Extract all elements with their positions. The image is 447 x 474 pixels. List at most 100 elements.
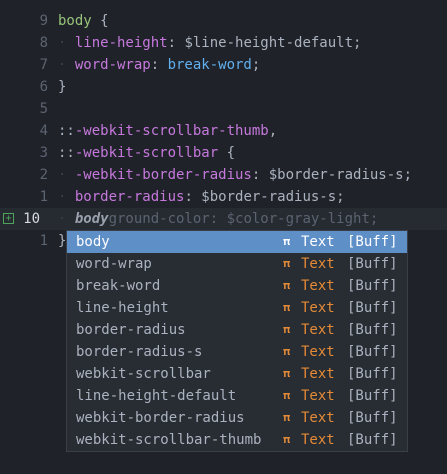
line-number: 1 <box>39 233 48 249</box>
code-token: $border-radius-s <box>268 167 404 183</box>
code-token: { <box>91 13 109 29</box>
code-token: word-wrap <box>74 57 151 73</box>
code-token: line-height <box>74 35 168 51</box>
code-line[interactable]: 1 · border-radius: $border-radius-s; <box>0 186 447 208</box>
indent-guide: · <box>58 167 75 183</box>
code-token: body <box>58 13 92 29</box>
code-line[interactable]: 6} <box>0 76 447 98</box>
code-token: ; <box>403 167 413 183</box>
code-token: ; <box>251 57 261 73</box>
code-token: , <box>268 123 278 139</box>
completion-source: [Buff] <box>347 388 398 404</box>
line-number: 9 <box>39 13 48 29</box>
code-line[interactable]: 5 <box>0 98 447 120</box>
completion-kind: Text <box>301 322 335 338</box>
completion-item[interactable]: line-height 𝛑 Text [Buff] <box>67 297 407 319</box>
completion-kind: Text <box>301 366 335 382</box>
completion-label: border-radius-s <box>76 344 203 360</box>
code-text: · -webkit-border-radius: $border-radius-… <box>58 164 412 186</box>
text-kind-icon: 𝛑 <box>283 323 291 336</box>
completion-item[interactable]: webkit-border-radius 𝛑 Text [Buff] <box>67 407 407 429</box>
code-text: ::-webkit-scrollbar-thumb, <box>58 120 277 142</box>
code-token: -webkit-scrollbar <box>74 145 219 161</box>
code-token: -webkit-border-radius <box>74 167 252 183</box>
code-text: } <box>58 76 66 98</box>
text-kind-icon: 𝛑 <box>283 367 291 380</box>
line-number: 5 <box>39 101 48 117</box>
completion-item[interactable]: border-radius 𝛑 Text [Buff] <box>67 319 407 341</box>
completion-kind: Text <box>301 300 335 316</box>
code-line[interactable]: 4::-webkit-scrollbar-thumb, <box>0 120 447 142</box>
code-text: · word-wrap: break-word; <box>58 54 260 76</box>
completion-source: [Buff] <box>347 256 398 272</box>
line-number: 2 <box>39 167 48 183</box>
code-text: · line-height: $line-height-default; <box>58 32 361 54</box>
completion-label: word-wrap <box>76 256 152 272</box>
completion-kind: Text <box>301 234 335 250</box>
code-line[interactable]: 8 · line-height: $line-height-default; <box>0 32 447 54</box>
completion-item[interactable]: border-radius-s 𝛑 Text [Buff] <box>67 341 407 363</box>
completion-source: [Buff] <box>347 410 398 426</box>
line-number: 6 <box>39 79 48 95</box>
completion-item[interactable]: word-wrap 𝛑 Text [Buff] <box>67 253 407 275</box>
code-text: ::-webkit-scrollbar { <box>58 142 235 164</box>
completion-source: [Buff] <box>347 344 398 360</box>
code-token: : <box>251 167 269 183</box>
completion-item[interactable]: webkit-scrollbar-thumb 𝛑 Text [Buff] <box>67 429 407 451</box>
line-number: 3 <box>39 145 48 161</box>
code-token: body <box>74 211 109 227</box>
completion-kind: Text <box>301 278 335 294</box>
code-token: { <box>218 145 236 161</box>
text-kind-icon: 𝛑 <box>283 235 291 248</box>
text-kind-icon: 𝛑 <box>283 433 291 446</box>
code-line[interactable]: 2 · -webkit-border-radius: $border-radius… <box>0 164 447 186</box>
code-token: :: <box>58 123 75 139</box>
code-token: : <box>150 57 168 73</box>
line-number: 1 <box>39 189 48 205</box>
code-token: $line-height-default <box>184 35 354 51</box>
code-token: $border-radius-s <box>201 189 337 205</box>
completion-label: webkit-scrollbar-thumb <box>76 432 262 448</box>
completion-source: [Buff] <box>347 322 398 338</box>
text-kind-icon: 𝛑 <box>283 257 291 270</box>
code-line[interactable]: 3::-webkit-scrollbar { <box>0 142 447 164</box>
code-token: ground-color: $color-gray-light; <box>108 211 379 227</box>
text-kind-icon: 𝛑 <box>283 389 291 402</box>
current-line[interactable]: +10 · bodyground-color: $color-gray-light… <box>0 208 447 230</box>
completion-kind: Text <box>301 344 335 360</box>
code-text: · bodyground-color: $color-gray-light; <box>58 208 378 230</box>
completion-item[interactable]: break-word 𝛑 Text [Buff] <box>67 275 407 297</box>
indent-guide: · <box>58 189 75 205</box>
text-kind-icon: 𝛑 <box>283 301 291 314</box>
code-editor[interactable]: 9 body {8 · line-height: $line-height-defa… <box>0 0 447 474</box>
completion-item[interactable]: body 𝛑 Text [Buff] <box>67 231 407 253</box>
code-line[interactable]: 9 body { <box>0 10 447 32</box>
completion-label: break-word <box>76 278 161 294</box>
line-number: 7 <box>39 57 48 73</box>
completion-label: line-height <box>76 300 169 316</box>
completion-source: [Buff] <box>347 300 398 316</box>
completion-source: [Buff] <box>347 366 398 382</box>
text-kind-icon: 𝛑 <box>283 411 291 424</box>
completion-popup: body 𝛑 Text [Buff] word-wrap 𝛑 Text [Buff] break… <box>66 230 408 452</box>
line-number: 4 <box>39 123 48 139</box>
line-number: 8 <box>39 35 48 51</box>
completion-kind: Text <box>301 388 335 404</box>
completion-kind: Text <box>301 432 335 448</box>
indent-guide: · <box>58 57 75 73</box>
indent-guide: · <box>58 35 75 51</box>
completion-source: [Buff] <box>347 234 398 250</box>
code-text: · border-radius: $border-radius-s; <box>58 186 345 208</box>
completion-item[interactable]: line-height-default 𝛑 Text [Buff] <box>67 385 407 407</box>
completion-source: [Buff] <box>347 432 398 448</box>
text-kind-icon: 𝛑 <box>283 345 291 358</box>
completion-item[interactable]: webkit-scrollbar 𝛑 Text [Buff] <box>67 363 407 385</box>
code-line[interactable]: 7 · word-wrap: break-word; <box>0 54 447 76</box>
line-number: 10 <box>23 211 40 227</box>
text-kind-icon: 𝛑 <box>283 279 291 292</box>
code-token: ; <box>336 189 345 205</box>
completion-kind: Text <box>301 256 335 272</box>
completion-source: [Buff] <box>347 278 398 294</box>
completion-label: webkit-border-radius <box>76 410 245 426</box>
code-token: break-word <box>167 57 252 73</box>
